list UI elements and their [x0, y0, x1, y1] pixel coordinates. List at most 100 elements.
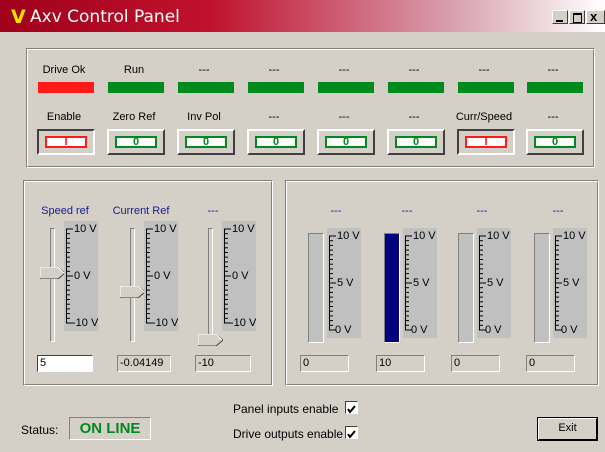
toggle-label: Zero Ref [112, 111, 156, 123]
scale-mid-label: 0 V [74, 270, 91, 282]
toggle-button[interactable]: 0 [247, 129, 305, 155]
output-label: --- [552, 205, 564, 217]
toggle-button[interactable]: I [37, 129, 95, 155]
toggle-label: --- [408, 111, 420, 123]
check-icon [347, 430, 356, 439]
output-value: 0 [300, 355, 349, 372]
maximize-button[interactable] [569, 10, 585, 24]
toggle-label: --- [268, 111, 280, 123]
scale-mid-label: 0 V [154, 270, 171, 282]
toggle-label: Curr/Speed [455, 111, 513, 123]
indicator-label: --- [268, 64, 280, 76]
input-label: Current Ref [112, 205, 170, 217]
indicator-label: --- [198, 64, 210, 76]
toggle-label: Enable [46, 111, 82, 123]
scale-bottom-label: -10 V [230, 317, 257, 329]
toggle-button[interactable]: I [457, 129, 515, 155]
scale-bottom-label: 0 V [411, 324, 428, 336]
scale-mid-label: 5 V [337, 277, 354, 289]
output-value: 0 [451, 355, 500, 372]
toggle-state: 0 [534, 136, 576, 148]
scale-top-label: 10 V [337, 230, 360, 242]
output-level-bar [534, 233, 550, 343]
toggle-state: 0 [255, 136, 297, 148]
input-label: --- [207, 205, 219, 217]
exit-button[interactable]: Exit [537, 417, 598, 441]
scale-top-label: 10 V [413, 230, 436, 242]
close-button[interactable]: x [586, 10, 605, 24]
output-scale: 10 V 5 V 0 V [553, 228, 587, 338]
scale-mid-label: 5 V [563, 277, 580, 289]
scale-mid-label: 5 V [413, 277, 430, 289]
indicator-label: --- [478, 64, 490, 76]
toggle-button[interactable]: 0 [387, 129, 445, 155]
indicator-label: --- [408, 64, 420, 76]
indicator-label: Drive Ok [42, 64, 86, 76]
scale-mid-label: 5 V [487, 277, 504, 289]
status-lamp [388, 82, 444, 93]
scale-top-label: 10 V [232, 223, 255, 235]
status-label: Status: [21, 423, 59, 437]
toggle-button[interactable]: 0 [177, 129, 235, 155]
indicator-label: --- [338, 64, 350, 76]
output-label: --- [330, 205, 342, 217]
toggle-button[interactable]: 0 [317, 129, 375, 155]
output-level-bar [384, 233, 400, 343]
indicator-label: --- [547, 64, 559, 76]
slider-track[interactable] [208, 228, 213, 342]
status-lamp [527, 82, 583, 93]
scale-bottom-label: 0 V [485, 324, 502, 336]
status-lamp [108, 82, 164, 93]
check-icon [347, 405, 356, 414]
status-value: ON LINE [69, 417, 151, 440]
scale-top-label: 10 V [74, 223, 97, 235]
input-value: -10 [195, 355, 251, 372]
output-level-fill [385, 234, 399, 342]
scale-bottom-label: 0 V [561, 324, 578, 336]
scale-mid-label: 0 V [232, 270, 249, 282]
input-label: Speed ref [41, 205, 89, 217]
output-value: 0 [526, 355, 575, 372]
status-lamp [458, 82, 514, 93]
output-label: --- [401, 205, 413, 217]
input-value: -0.04149 [117, 355, 171, 372]
output-scale: 10 V 5 V 0 V [403, 228, 437, 338]
toggle-label: --- [547, 111, 559, 123]
slider-thumb[interactable] [197, 333, 224, 347]
toggle-state: 0 [185, 136, 227, 148]
drive-outputs-label: Drive outputs enable [233, 427, 344, 441]
scale-bottom-label: -10 V [72, 317, 99, 329]
scale-top-label: 10 V [563, 230, 586, 242]
toggle-state: 0 [395, 136, 437, 148]
app-icon: V [11, 6, 26, 28]
status-lamp [318, 82, 374, 93]
status-lamp [248, 82, 304, 93]
toggle-label: Inv Pol [187, 111, 221, 123]
output-level-bar [458, 233, 474, 343]
speed-ref-input[interactable]: 5 [37, 355, 93, 372]
toggle-button[interactable]: 0 [107, 129, 165, 155]
output-scale: 10 V 5 V 0 V [327, 228, 361, 338]
panel-inputs-checkbox[interactable] [345, 401, 358, 414]
drive-outputs-checkbox[interactable] [345, 426, 358, 439]
minimize-button[interactable] [552, 10, 568, 24]
slider-thumb[interactable] [39, 266, 66, 280]
toggle-state: I [45, 136, 87, 148]
toggle-button[interactable]: 0 [526, 129, 584, 155]
status-lamp [38, 82, 94, 93]
toggle-state: 0 [115, 136, 157, 148]
slider-track[interactable] [50, 228, 55, 342]
output-scale: 10 V 5 V 0 V [477, 228, 511, 338]
toggle-state: I [465, 136, 507, 148]
slider-thumb[interactable] [119, 285, 146, 299]
output-level-bar [308, 233, 324, 343]
toggle-state: 0 [325, 136, 367, 148]
toggle-label: --- [338, 111, 350, 123]
scale-top-label: 10 V [487, 230, 510, 242]
panel-inputs-label: Panel inputs enable [233, 402, 339, 416]
input-scale: 10 V 0 V -10 V [144, 221, 178, 331]
window-title: Axv Control Panel [30, 7, 180, 27]
output-label: --- [476, 205, 488, 217]
input-scale: 10 V 0 V -10 V [222, 221, 256, 331]
title-bar[interactable]: V Axv Control Panel x [0, 0, 605, 32]
